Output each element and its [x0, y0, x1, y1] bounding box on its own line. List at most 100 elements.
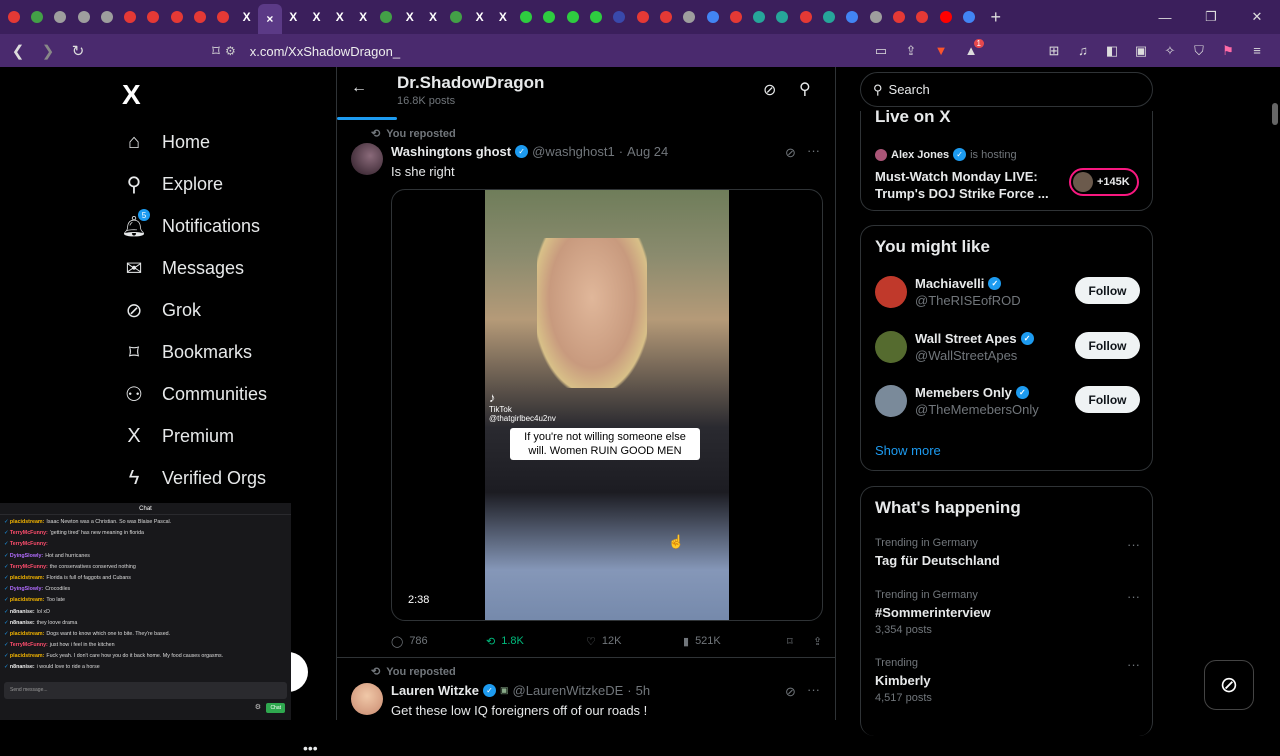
- tab[interactable]: [188, 0, 211, 34]
- timestamp[interactable]: Aug 24: [627, 144, 668, 159]
- menu-icon[interactable]: ≡: [1248, 43, 1266, 58]
- grok-floating-button[interactable]: ⊘: [1204, 660, 1254, 710]
- back-arrow-icon[interactable]: ←: [351, 79, 367, 97]
- x-logo-icon[interactable]: X: [122, 79, 141, 111]
- tab[interactable]: [817, 0, 840, 34]
- leo-ai-icon[interactable]: ✧: [1161, 43, 1179, 59]
- grok-explain-icon[interactable]: ⊘: [785, 145, 796, 161]
- live-stream-title[interactable]: Must-Watch Monday LIVE: Trump's DOJ Stri…: [875, 168, 1055, 202]
- suggested-user[interactable]: Wall Street Apes ✓ @WallStreetApes Follow: [875, 327, 1140, 367]
- nav-item-grok[interactable]: ⊘ Grok: [122, 295, 201, 325]
- close-tab-icon[interactable]: ×: [266, 12, 273, 26]
- tab[interactable]: [678, 0, 701, 34]
- tab[interactable]: [142, 0, 165, 34]
- tab[interactable]: X: [398, 0, 421, 34]
- chat-username[interactable]: TerryMcFunny:: [10, 530, 48, 536]
- suggested-name[interactable]: Memebers Only: [915, 385, 1012, 400]
- tab[interactable]: [724, 0, 747, 34]
- tab[interactable]: [375, 0, 398, 34]
- suggested-user[interactable]: Memebers Only ✓ @TheMemebersOnly Follow: [875, 381, 1140, 421]
- grok-icon[interactable]: ⊘: [763, 80, 776, 100]
- minimize-button[interactable]: —: [1142, 0, 1188, 34]
- avatar[interactable]: [875, 331, 907, 363]
- tab[interactable]: X: [328, 0, 351, 34]
- suggested-handle[interactable]: @WallStreetApes: [915, 348, 1017, 363]
- vpn-icon[interactable]: ⛉: [1190, 43, 1208, 59]
- trend-item[interactable]: Trending Kimberly 4,517 posts ···: [875, 657, 1140, 704]
- chat-username[interactable]: placidstream:: [10, 597, 44, 603]
- tab[interactable]: [165, 0, 188, 34]
- tab[interactable]: X: [305, 0, 328, 34]
- tab[interactable]: [49, 0, 72, 34]
- suggested-name[interactable]: Wall Street Apes: [915, 331, 1017, 346]
- maximize-button[interactable]: ❐: [1188, 0, 1234, 34]
- chat-settings-icon[interactable]: ⚙: [255, 703, 261, 711]
- tweet-more-icon[interactable]: ···: [807, 682, 820, 697]
- show-more-link[interactable]: Show more: [875, 443, 941, 458]
- bookmark-button[interactable]: ⌑: [787, 635, 813, 648]
- tab-active[interactable]: ×: [258, 4, 282, 34]
- wallet-icon[interactable]: ▣: [1132, 43, 1150, 59]
- tab[interactable]: [445, 0, 468, 34]
- account-more-icon[interactable]: •••: [303, 740, 318, 756]
- follow-button[interactable]: Follow: [1075, 277, 1140, 304]
- brave-shields-icon[interactable]: ▼: [932, 43, 950, 58]
- tab[interactable]: [654, 0, 677, 34]
- new-tab-button[interactable]: +: [990, 7, 1001, 28]
- tab[interactable]: [748, 0, 771, 34]
- scrollbar-thumb[interactable]: [1272, 103, 1278, 125]
- tab[interactable]: X: [282, 0, 305, 34]
- avatar[interactable]: [875, 385, 907, 417]
- trend-more-icon[interactable]: ···: [1127, 589, 1140, 604]
- video-frame[interactable]: ♪ TikTok @thatgirlbec4u2nv If you're not…: [485, 190, 729, 620]
- cast-icon[interactable]: ▭: [872, 43, 890, 59]
- follow-button[interactable]: Follow: [1075, 332, 1140, 359]
- tab[interactable]: [95, 0, 118, 34]
- avatar[interactable]: [351, 683, 383, 715]
- close-window-button[interactable]: ✕: [1234, 0, 1280, 34]
- suggested-name[interactable]: Machiavelli: [915, 276, 984, 291]
- follow-button[interactable]: Follow: [1075, 386, 1140, 413]
- tab[interactable]: [701, 0, 724, 34]
- avatar[interactable]: [351, 143, 383, 175]
- share-button[interactable]: ⇪: [813, 635, 822, 648]
- chat-username[interactable]: TerryMcFunny:: [10, 642, 48, 648]
- chat-input[interactable]: Send message...: [4, 682, 287, 699]
- tab[interactable]: [934, 0, 957, 34]
- forward-button[interactable]: ❯: [36, 39, 60, 63]
- pride-extension-icon[interactable]: ⚑: [1219, 43, 1237, 59]
- page-scrollbar[interactable]: [1270, 67, 1280, 720]
- tab[interactable]: [911, 0, 934, 34]
- trend-item[interactable]: Trending in Germany Tag für Deutschland …: [875, 537, 1140, 568]
- tab[interactable]: [561, 0, 584, 34]
- trend-more-icon[interactable]: ···: [1127, 657, 1140, 672]
- tab[interactable]: [841, 0, 864, 34]
- nav-item-explore[interactable]: ⚲ Explore: [122, 169, 223, 199]
- tab[interactable]: [584, 0, 607, 34]
- handle[interactable]: @LaurenWitzkeDE: [513, 683, 624, 698]
- search-icon[interactable]: ⚲: [799, 79, 811, 99]
- tab[interactable]: X: [351, 0, 374, 34]
- tab[interactable]: [538, 0, 561, 34]
- tab[interactable]: [515, 0, 538, 34]
- like-button[interactable]: ♡ 12K: [586, 635, 683, 648]
- suggested-handle[interactable]: @TheRISEofROD: [915, 293, 1021, 308]
- tweet-video[interactable]: ♪ TikTok @thatgirlbec4u2nv If you're not…: [391, 189, 823, 621]
- reload-button[interactable]: ↻: [66, 39, 90, 63]
- tab[interactable]: [794, 0, 817, 34]
- tab[interactable]: [72, 0, 95, 34]
- brave-rewards-icon[interactable]: ▲ 1: [962, 39, 984, 58]
- tab[interactable]: [771, 0, 794, 34]
- trend-more-icon[interactable]: ···: [1127, 537, 1140, 552]
- tab[interactable]: [864, 0, 887, 34]
- sidebar-icon[interactable]: ◧: [1103, 43, 1121, 59]
- suggested-user[interactable]: Machiavelli ✓ @TheRISEofROD Follow: [875, 272, 1140, 312]
- chat-send-button[interactable]: Chat: [266, 703, 285, 713]
- reply-button[interactable]: ◯ 786: [391, 635, 486, 648]
- nav-item-verified-orgs[interactable]: ϟ Verified Orgs: [122, 463, 266, 493]
- nav-item-bookmarks[interactable]: ⌑ Bookmarks: [122, 337, 252, 367]
- post-button[interactable]: [288, 652, 308, 692]
- tab[interactable]: [887, 0, 910, 34]
- chat-username[interactable]: TerryMcFunny:: [10, 564, 48, 570]
- chat-username[interactable]: placidstream:: [10, 631, 44, 637]
